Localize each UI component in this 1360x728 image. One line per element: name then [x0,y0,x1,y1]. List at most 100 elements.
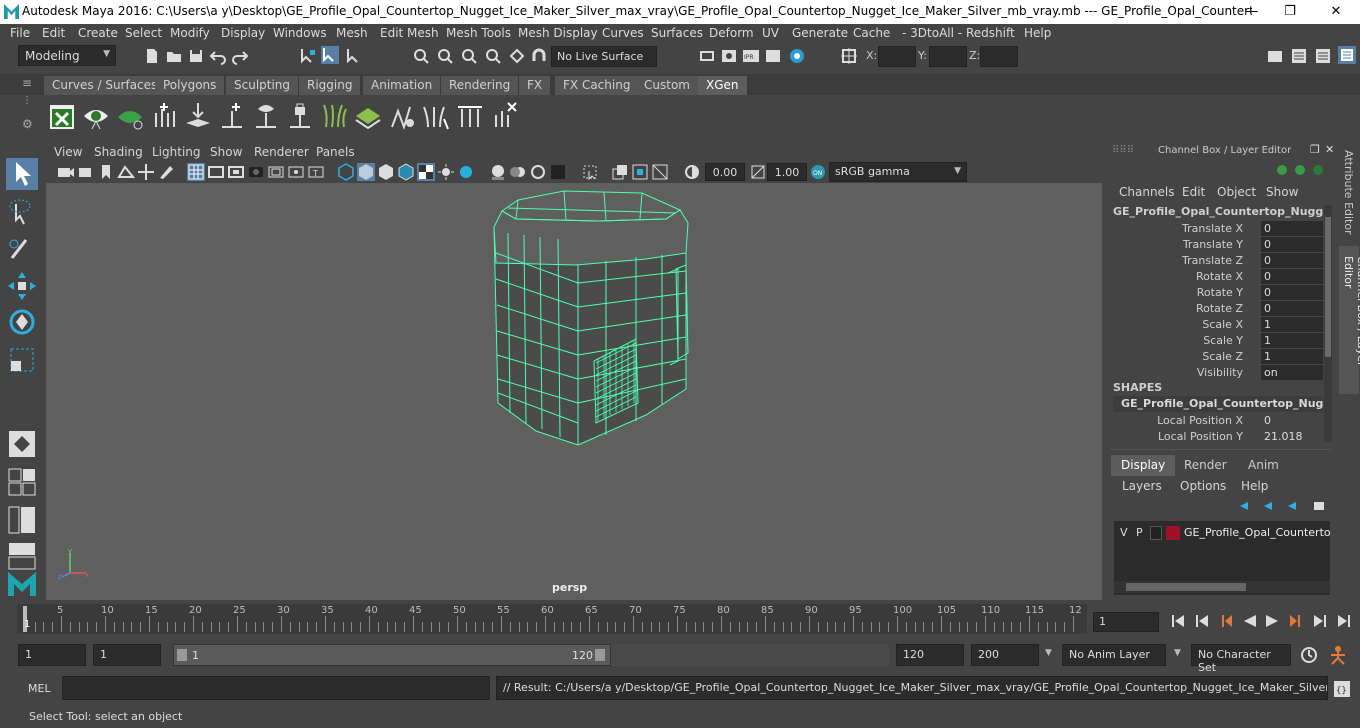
y-field[interactable] [929,46,967,67]
layer-type-toggle[interactable] [1150,526,1162,540]
attr-value[interactable]: 0 [1261,269,1323,284]
menu-deform[interactable]: Deform [709,26,754,40]
close-button[interactable]: ✕ [1326,2,1346,22]
current-frame-field[interactable]: 1 [1093,612,1159,632]
attr-rotate-y[interactable]: Rotate Y 0 [1113,285,1323,301]
scrollbar-thumb[interactable] [1126,583,1246,591]
object-menu[interactable]: Object [1217,185,1256,199]
workspace-icon[interactable] [1266,47,1284,65]
exposure-icon[interactable] [683,163,701,181]
ipr-render-icon[interactable]: IPR [742,47,760,65]
menu-redshift[interactable]: Redshift [966,26,1015,40]
xgen-delete-guides-icon[interactable] [490,101,518,131]
display-render-settings-icon[interactable] [764,47,782,65]
xgen-guide-plus-icon[interactable] [218,101,246,131]
attr-visibility[interactable]: Visibility on [1113,365,1323,381]
tab-animation[interactable]: Animation [363,76,442,95]
snap-to-view-plane-icon[interactable] [484,47,502,65]
menu-cache[interactable]: Cache [853,26,890,40]
close-panel-icon[interactable]: ✕ [1325,143,1334,156]
viewport-menu-show[interactable]: Show [210,145,242,159]
menu-mesh-display[interactable]: Mesh Display [518,26,598,40]
menu-uv[interactable]: UV [762,26,779,40]
attr-value[interactable]: 0 [1261,221,1323,236]
attr-translate-y[interactable]: Translate Y 0 [1113,237,1323,253]
shape-node-name[interactable]: GE_Profile_Opal_Countertop_Nugge... [1113,396,1323,412]
move-tool-icon[interactable] [6,270,38,302]
screen-space-ao-icon[interactable] [489,163,507,181]
textured-icon[interactable] [417,163,435,181]
viewport-menu-shading[interactable]: Shading [94,145,143,159]
auto-key-icon[interactable] [1298,645,1320,665]
redo-icon[interactable] [231,47,249,65]
character-set-field[interactable]: No Character Set [1191,644,1291,674]
float-panel-icon[interactable]: ❐ [1310,143,1320,156]
playback-controls[interactable] [1168,611,1358,631]
exposure-field[interactable]: 0.00 [705,163,745,181]
wireframe-icon[interactable] [337,163,355,181]
xray-components-icon[interactable] [651,163,669,181]
render-settings-icon[interactable] [698,47,716,65]
xray-icon[interactable] [611,163,629,181]
single-perspective-view-icon[interactable] [6,428,38,460]
scene-end-field[interactable]: 200 [971,644,1039,666]
attr-value[interactable]: 1 [1261,317,1323,332]
range-slider[interactable]: 1 120 [173,644,611,666]
x-field[interactable] [878,46,916,67]
image-plane-icon[interactable] [117,163,135,181]
menu-file[interactable]: File [10,26,30,40]
channel-box-display-icons[interactable] [1276,161,1330,179]
minimize-button[interactable]: — [1242,2,1262,22]
resolution-gate-icon[interactable] [227,163,245,181]
snap-to-point-icon[interactable] [460,47,478,65]
help-menu[interactable]: Help [1241,479,1268,493]
camera-icon[interactable] [57,163,75,181]
layer-color-swatch[interactable] [1166,526,1180,540]
open-scene-icon[interactable] [165,47,183,65]
shelf-settings-gear-icon[interactable]: ⚙ [22,117,33,131]
viewport-menu-lighting[interactable]: Lighting [152,145,201,159]
attr-value[interactable]: 21.018 [1261,429,1323,444]
layer-action-icons[interactable] [1236,498,1332,514]
tab-attribute-editor[interactable]: Attribute Editor [1342,150,1355,240]
tab-xgen[interactable]: XGen [698,76,748,95]
transform-mode-icon[interactable] [840,47,858,65]
tab-rigging[interactable]: Rigging [299,76,362,95]
attr-scale-y[interactable]: Scale Y 1 [1113,333,1323,349]
shelf-collapse-icon[interactable]: ⋮ [22,95,32,106]
select-tool-icon[interactable] [6,158,38,190]
layer-playback-toggle[interactable]: P [1136,526,1143,539]
chevron-down-icon[interactable]: ▼ [1045,648,1052,658]
tab-sculpting[interactable]: Sculpting [226,76,300,95]
paint-select-tool-icon[interactable] [6,232,38,264]
make-live-icon[interactable] [508,47,526,65]
viewport-menu-panels[interactable]: Panels [316,145,355,159]
wireframe-on-shaded-icon[interactable] [397,163,415,181]
tab-curves-surfaces[interactable]: Curves / Surfaces [44,76,167,95]
channel-scrollbar[interactable] [1324,205,1332,441]
xgen-create-description-icon[interactable] [116,101,144,131]
perspective-viewport[interactable]: y x z persp [46,183,1102,600]
ice-maker-wireframe-model[interactable] [46,183,1102,600]
motion-blur-icon[interactable] [509,163,527,181]
playback-end-field[interactable]: 120 [896,644,964,666]
attr-scale-z[interactable]: Scale Z 1 [1113,349,1323,365]
shadows-icon[interactable] [457,163,475,181]
attr-rotate-x[interactable]: Rotate X 0 [1113,269,1323,285]
xgen-interactive-groom-icon[interactable] [388,101,416,131]
attr-translate-z[interactable]: Translate Z 0 [1113,253,1323,269]
attr-value[interactable]: 0 [1261,301,1323,316]
tab-polygons[interactable]: Polygons [155,76,226,95]
time-slider[interactable]: 5 10 15 20 25 30 35 40 45 50 55 60 65 70 75 80 85 90 95 100… [17,604,1087,634]
xgen-editor-icon[interactable] [48,101,76,131]
live-surface-field[interactable]: No Live Surface [551,46,657,67]
layer-row[interactable]: V P GE_Profile_Opal_Countertop_ [1114,524,1330,542]
film-gate-icon[interactable] [207,163,225,181]
layer-hscrollbar[interactable] [1114,581,1330,593]
attr-value[interactable]: 0 [1261,253,1323,268]
edit-menu[interactable]: Edit [1182,185,1205,199]
scale-tool-icon[interactable] [6,344,38,376]
menu-help[interactable]: Help [1024,26,1051,40]
snap-to-curve-icon[interactable] [436,47,454,65]
xgen-sculpt-layer-icon[interactable] [354,101,382,131]
